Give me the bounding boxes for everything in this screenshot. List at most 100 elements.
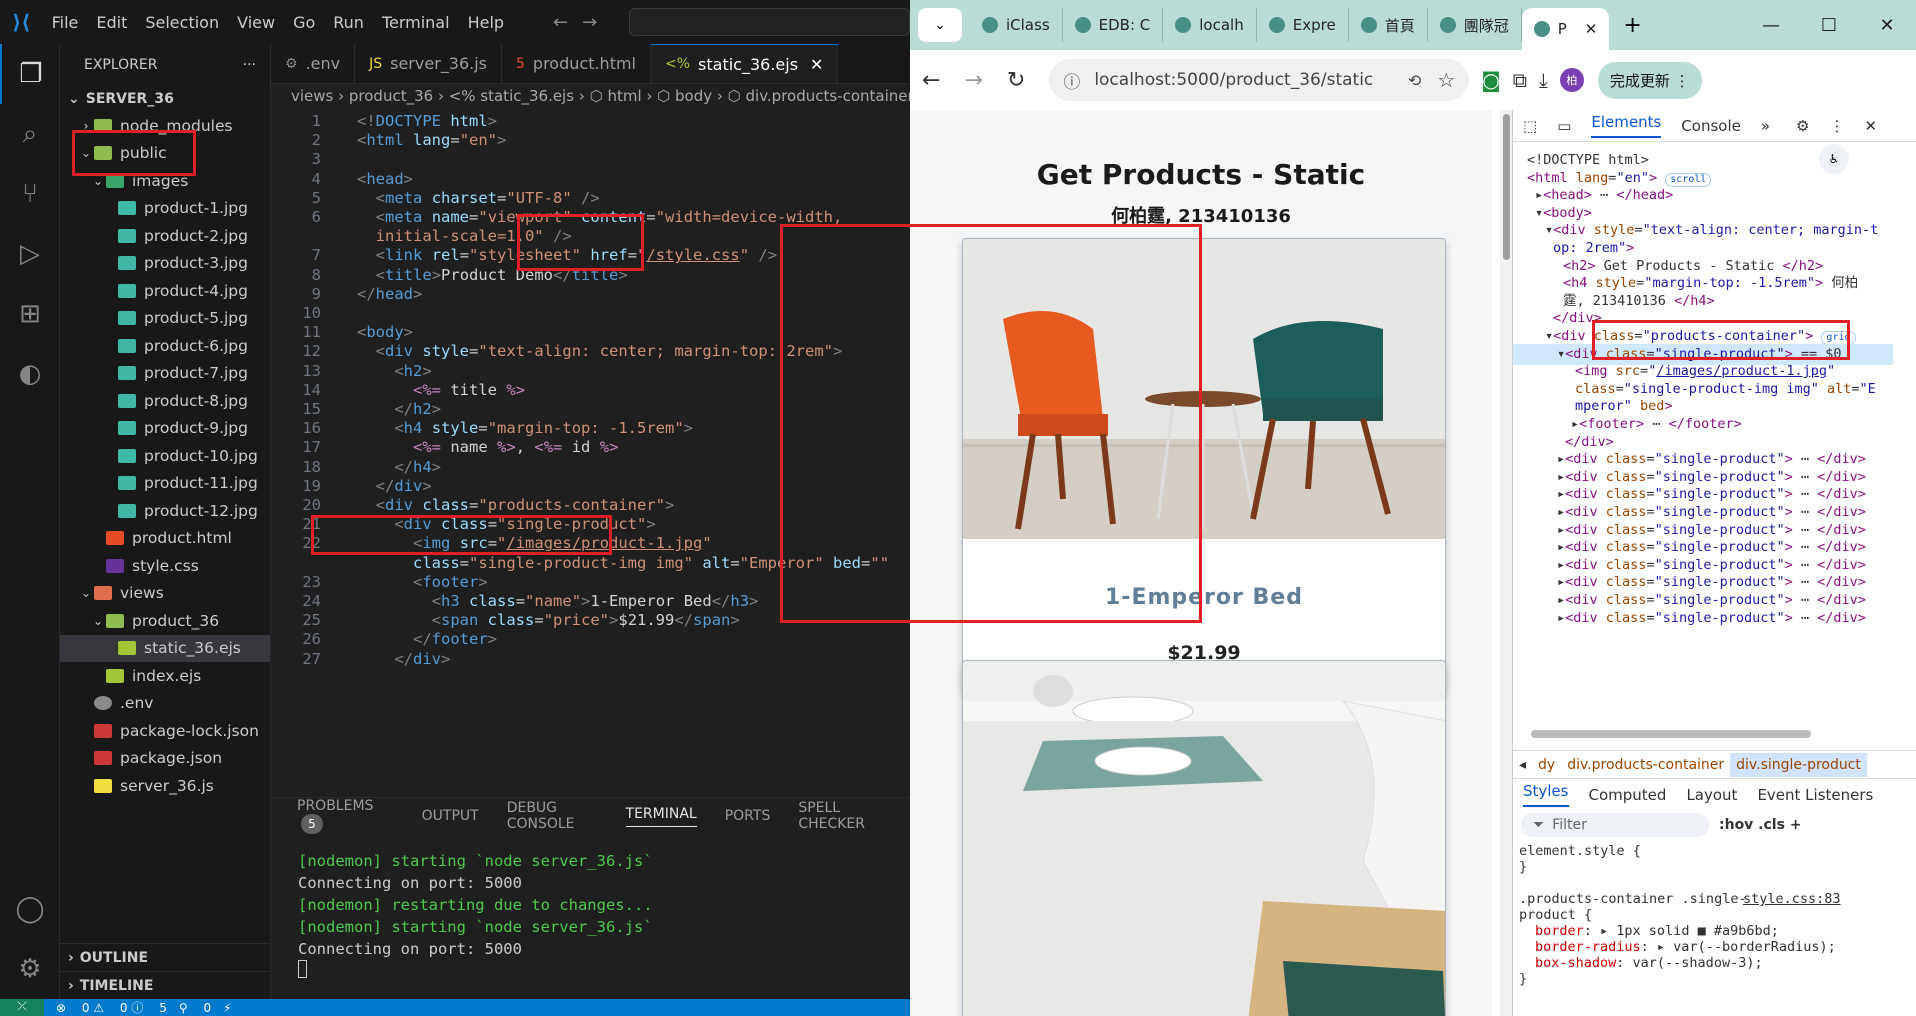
code-line[interactable]: <span class="price">$21.99</span> — [357, 611, 740, 629]
file-tree-item[interactable]: product-6.jpg — [60, 332, 270, 360]
nav-arrows-icon[interactable]: ←→ — [553, 12, 611, 33]
style-rule-line[interactable]: style.css:83 — [1743, 890, 1841, 909]
code-line[interactable]: <meta charset="UTF-8" /> — [357, 189, 600, 207]
editor-tab[interactable]: <% static_36.ejs ✕ — [651, 44, 839, 83]
style-rule-line[interactable]: element.style { — [1519, 842, 1641, 861]
code-line[interactable]: <%= title %> — [357, 381, 525, 399]
new-tab-icon[interactable]: + — [1623, 13, 1641, 38]
tab-search-icon[interactable]: ⌄ — [918, 8, 962, 42]
file-tree-item[interactable]: ⌄ product_36 — [60, 607, 270, 635]
close-tab-icon[interactable]: ✕ — [1585, 20, 1598, 38]
close-devtools-icon[interactable]: ✕ — [1864, 117, 1877, 135]
dom-horizontal-scrollbar[interactable] — [1531, 730, 1811, 738]
browser-tab[interactable]: localh — [1163, 8, 1257, 42]
panel-tab[interactable]: SPELL CHECKER — [798, 800, 882, 832]
file-tree-item[interactable]: server_36.js — [60, 772, 270, 800]
styles-tab[interactable]: Computed — [1589, 786, 1667, 804]
dom-breadcrumb-item[interactable]: div.products-container — [1561, 753, 1730, 777]
styles-tab[interactable]: Event Listeners — [1757, 786, 1873, 804]
close-icon[interactable]: ✕ — [1858, 0, 1916, 50]
search-icon[interactable]: ⌕ — [0, 104, 60, 164]
code-line[interactable]: <!DOCTYPE html> — [357, 112, 497, 130]
style-rule-line[interactable]: } — [1519, 970, 1527, 989]
panel-tab[interactable]: PROBLEMS5 — [297, 798, 394, 834]
bookmark-star-icon[interactable]: ☆ — [1437, 68, 1455, 92]
code-line[interactable]: <div style="text-align: center; margin-t… — [357, 342, 843, 360]
extensions-puzzle-icon[interactable]: ⧉ — [1513, 68, 1527, 92]
dom-node[interactable]: ▸<div class="single-product"> ⋯ </div> — [1557, 608, 1866, 630]
panel-tab[interactable]: PORTS — [725, 808, 771, 824]
code-line[interactable]: </footer> — [357, 630, 497, 648]
style-rule-line[interactable]: } — [1519, 858, 1527, 877]
browser-tab[interactable]: P ✕ — [1521, 8, 1610, 50]
style-rule-line[interactable]: box-shadow: var(--shadow-3); — [1535, 954, 1763, 973]
menu-item[interactable]: Go — [293, 13, 315, 32]
styles-filter-options[interactable]: :hov .cls + — [1719, 817, 1802, 833]
forward-icon[interactable]: → — [964, 68, 982, 93]
file-tree-item[interactable]: product.html — [60, 525, 270, 553]
file-tree-item[interactable]: product-2.jpg — [60, 222, 270, 250]
code-line[interactable]: <%= name %>, <%= id %> — [357, 438, 618, 456]
tab-console[interactable]: Console — [1681, 117, 1741, 135]
code-line[interactable]: </div> — [357, 477, 432, 495]
accessibility-icon[interactable]: ♿ — [1819, 144, 1849, 174]
scroll-left-icon[interactable]: ◂ — [1513, 753, 1532, 777]
browser-tab[interactable]: EDB: C — [1063, 8, 1164, 42]
panel-tab[interactable]: DEBUG CONSOLE — [507, 800, 598, 832]
profile-avatar[interactable]: 柏 — [1559, 68, 1584, 92]
breadcrumb[interactable]: views › product_36 › <% static_36.ejs › … — [271, 84, 910, 108]
source-control-icon[interactable]: ⑂ — [0, 164, 60, 224]
download-icon[interactable]: ⤓ — [1539, 68, 1548, 92]
code-line[interactable]: <html lang="en"> — [357, 131, 506, 149]
account-icon[interactable]: ◯ — [0, 879, 60, 939]
page-scrollbar[interactable] — [1500, 110, 1512, 1016]
settings-gear-icon[interactable]: ⚙ — [1796, 117, 1809, 135]
explorer-icon[interactable]: ❐ — [0, 44, 60, 104]
browser-tab[interactable]: 團隊冠 — [1428, 8, 1522, 42]
extension-on-icon[interactable]: ◙ — [1481, 68, 1500, 92]
panel-tab[interactable]: OUTPUT — [422, 808, 479, 824]
ports-status[interactable]: ⚲ 0 — [179, 1001, 211, 1015]
dom-breadcrumb-item[interactable]: dy — [1532, 753, 1561, 777]
terminal-output[interactable]: [nodemon] starting `node server_36.js` Co… — [271, 834, 910, 994]
file-tree-item[interactable]: product-12.jpg — [60, 497, 270, 525]
site-info-icon[interactable]: ⓘ — [1063, 68, 1080, 93]
browser-tab[interactable]: iClass — [970, 8, 1063, 42]
file-tree-item[interactable]: package.json — [60, 745, 270, 773]
menu-item[interactable]: View — [237, 13, 275, 32]
workspace-root[interactable]: ⌄ SERVER_36 — [60, 86, 270, 112]
scroll-thumb[interactable] — [1503, 114, 1510, 260]
inspect-element-icon[interactable]: ⬚ — [1523, 117, 1537, 135]
device-toolbar-icon[interactable]: ▭ — [1557, 117, 1571, 135]
menu-item[interactable]: Help — [468, 13, 504, 32]
file-tree-item[interactable]: .env — [60, 690, 270, 718]
product-card[interactable] — [962, 660, 1446, 1016]
more-tabs-icon[interactable]: » — [1761, 117, 1770, 135]
file-tree-item[interactable]: style.css — [60, 552, 270, 580]
styles-tab[interactable]: Layout — [1686, 786, 1737, 804]
editor-tab[interactable]: JS server_36.js — [355, 44, 502, 83]
file-tree-item[interactable]: static_36.ejs — [60, 634, 270, 662]
menu-item[interactable]: Edit — [96, 13, 127, 32]
code-line[interactable]: <h3 class="name">1-Emperor Bed</h3> — [357, 592, 759, 610]
file-tree-item[interactable]: ⌄ views — [60, 580, 270, 608]
panel-tab[interactable]: TERMINAL — [625, 806, 697, 827]
browser-tab[interactable]: 首頁 — [1349, 8, 1428, 42]
file-tree-item[interactable]: product-3.jpg — [60, 250, 270, 278]
file-tree-item[interactable]: package-lock.json — [60, 717, 270, 745]
code-line[interactable]: </h4> — [357, 458, 441, 476]
menu-item[interactable]: File — [52, 13, 79, 32]
menu-item[interactable]: Run — [333, 13, 364, 32]
dom-breadcrumb-item[interactable]: div.single-product — [1730, 752, 1867, 777]
code-line[interactable]: <h4 style="margin-top: -1.5rem"> — [357, 419, 693, 437]
file-tree-item[interactable]: product-1.jpg — [60, 195, 270, 223]
back-icon[interactable]: ← — [922, 68, 940, 93]
code-line[interactable]: <head> — [357, 170, 413, 188]
remote-indicator-icon[interactable]: ⤫ — [0, 999, 44, 1016]
url-text[interactable]: localhost:5000/product_36/static — [1094, 70, 1373, 90]
file-tree-item[interactable]: product-7.jpg — [60, 360, 270, 388]
more-options-icon[interactable]: ⋮ — [1829, 117, 1844, 135]
browser-tab[interactable]: Expre — [1257, 8, 1349, 42]
menu-item[interactable]: Selection — [145, 13, 219, 32]
code-line[interactable]: <body> — [357, 323, 413, 341]
